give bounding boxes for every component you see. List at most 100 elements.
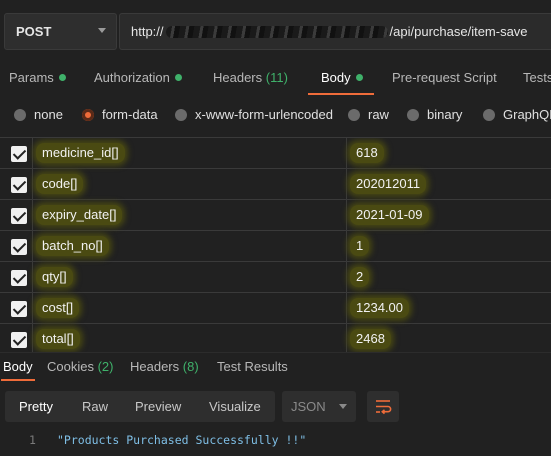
checkbox-checked-icon[interactable]	[11, 239, 27, 255]
response-tabs: Body Cookies (2) Headers (8) Test Result…	[0, 352, 551, 381]
key-cell[interactable]: cost[]	[34, 293, 347, 324]
radio-graphql[interactable]: GraphQL	[483, 107, 551, 122]
tab-count: (8)	[182, 359, 199, 374]
checkbox-checked-icon[interactable]	[11, 301, 27, 317]
key-text: code[]	[36, 174, 84, 194]
table-row: total[] 2468	[0, 324, 551, 352]
status-dot-icon	[355, 74, 363, 81]
key-text: medicine_id[]	[36, 143, 125, 163]
response-tab-body[interactable]: Body	[1, 359, 35, 381]
view-preview-button[interactable]: Preview	[135, 399, 181, 414]
view-mode-group: Pretty Raw Preview Visualize	[5, 391, 275, 422]
tab-label: Pre-request Script	[392, 70, 497, 85]
tab-headers[interactable]: Headers (11)	[213, 70, 288, 85]
value-text: 202012011	[350, 174, 427, 194]
tab-label: Body	[321, 70, 351, 85]
key-cell[interactable]: qty[]	[34, 262, 347, 293]
value-text: 2	[350, 267, 370, 287]
status-dot-icon	[58, 74, 66, 81]
radio-circle-icon	[407, 108, 419, 121]
radio-form-data[interactable]: form-data	[82, 107, 158, 122]
key-cell[interactable]: batch_no[]	[34, 231, 347, 262]
key-cell[interactable]: code[]	[34, 169, 347, 200]
table-row: medicine_id[] 618	[0, 138, 551, 169]
value-text: 2468	[350, 329, 391, 349]
value-cell[interactable]: 202012011	[348, 169, 551, 200]
view-visualize-button[interactable]: Visualize	[209, 399, 261, 414]
response-tab-test-results[interactable]: Test Results	[217, 359, 288, 374]
radio-circle-icon	[348, 108, 360, 121]
request-bar: POST http:// /api/purchase/item-save	[0, 0, 551, 64]
value-text: 1234.00	[350, 298, 409, 318]
radio-label: raw	[368, 107, 389, 122]
tab-label: Tests	[523, 70, 551, 85]
radio-binary[interactable]: binary	[407, 107, 462, 122]
checkbox-checked-icon[interactable]	[11, 208, 27, 224]
key-text: batch_no[]	[36, 236, 109, 256]
key-cell[interactable]: expiry_date[]	[34, 200, 347, 231]
value-cell[interactable]: 1234.00	[348, 293, 551, 324]
response-tab-headers[interactable]: Headers (8)	[130, 359, 199, 374]
radio-circle-icon	[14, 108, 26, 121]
table-row: code[] 202012011	[0, 169, 551, 200]
radio-none[interactable]: none	[14, 107, 63, 122]
radio-circle-icon	[483, 108, 495, 121]
radio-raw[interactable]: raw	[348, 107, 389, 122]
status-dot-icon	[174, 74, 182, 81]
checkbox-checked-icon[interactable]	[11, 332, 27, 348]
value-cell[interactable]: 2021-01-09	[348, 200, 551, 231]
value-cell[interactable]: 2468	[348, 324, 551, 352]
row-checkbox-cell	[0, 231, 33, 262]
tab-pre-request-script[interactable]: Pre-request Script	[392, 70, 497, 85]
checkbox-checked-icon[interactable]	[11, 146, 27, 162]
value-cell[interactable]: 618	[348, 138, 551, 169]
view-pretty-button[interactable]: Pretty	[19, 399, 53, 414]
radio-x-www-form-urlencoded[interactable]: x-www-form-urlencoded	[175, 107, 333, 122]
response-body: 1 "Products Purchased Successfully !!"	[0, 430, 551, 450]
url-prefix: http://	[131, 24, 164, 39]
url-input[interactable]: http:// /api/purchase/item-save	[119, 13, 551, 50]
table-row: qty[] 2	[0, 262, 551, 293]
value-text: 2021-01-09	[350, 205, 429, 225]
row-checkbox-cell	[0, 293, 33, 324]
tab-count: (2)	[97, 359, 114, 374]
key-text: expiry_date[]	[36, 205, 123, 225]
wrap-lines-button[interactable]	[367, 391, 399, 422]
method-select[interactable]: POST	[4, 13, 117, 50]
tab-label: Body	[3, 359, 33, 374]
value-cell[interactable]: 1	[348, 231, 551, 262]
row-checkbox-cell	[0, 262, 33, 293]
checkbox-checked-icon[interactable]	[11, 177, 27, 193]
radio-circle-icon	[175, 108, 187, 121]
body-type-radios: none form-data x-www-form-urlencoded raw…	[0, 101, 551, 127]
key-text: qty[]	[36, 267, 73, 287]
response-tab-cookies[interactable]: Cookies (2)	[47, 359, 113, 374]
response-string: "Products Purchased Successfully !!"	[57, 433, 307, 447]
tab-authorization[interactable]: Authorization	[94, 70, 182, 85]
chevron-down-icon	[98, 28, 106, 33]
row-checkbox-cell	[0, 324, 33, 352]
tab-body[interactable]: Body	[308, 70, 374, 95]
checkbox-checked-icon[interactable]	[11, 270, 27, 286]
key-cell[interactable]: total[]	[34, 324, 347, 352]
tab-tests[interactable]: Tests	[523, 70, 551, 85]
table-row: batch_no[] 1	[0, 231, 551, 262]
request-tabs: Params Authorization Headers (11) Body P…	[0, 64, 551, 95]
redacted-host	[165, 25, 388, 38]
view-raw-button[interactable]: Raw	[82, 399, 108, 414]
tab-params[interactable]: Params	[9, 70, 66, 85]
row-checkbox-cell	[0, 200, 33, 231]
key-cell[interactable]: medicine_id[]	[34, 138, 347, 169]
radio-label: x-www-form-urlencoded	[195, 107, 333, 122]
tab-count: (11)	[265, 70, 288, 85]
radio-label: none	[34, 107, 63, 122]
value-cell[interactable]: 2	[348, 262, 551, 293]
tab-label: Headers	[130, 359, 180, 374]
key-text: total[]	[36, 329, 80, 349]
format-select[interactable]: JSON	[282, 391, 356, 422]
wrap-lines-icon	[376, 400, 392, 415]
key-text: cost[]	[36, 298, 80, 318]
table-row: expiry_date[] 2021-01-09	[0, 200, 551, 231]
radio-label: binary	[427, 107, 463, 122]
value-text: 1	[350, 236, 370, 256]
